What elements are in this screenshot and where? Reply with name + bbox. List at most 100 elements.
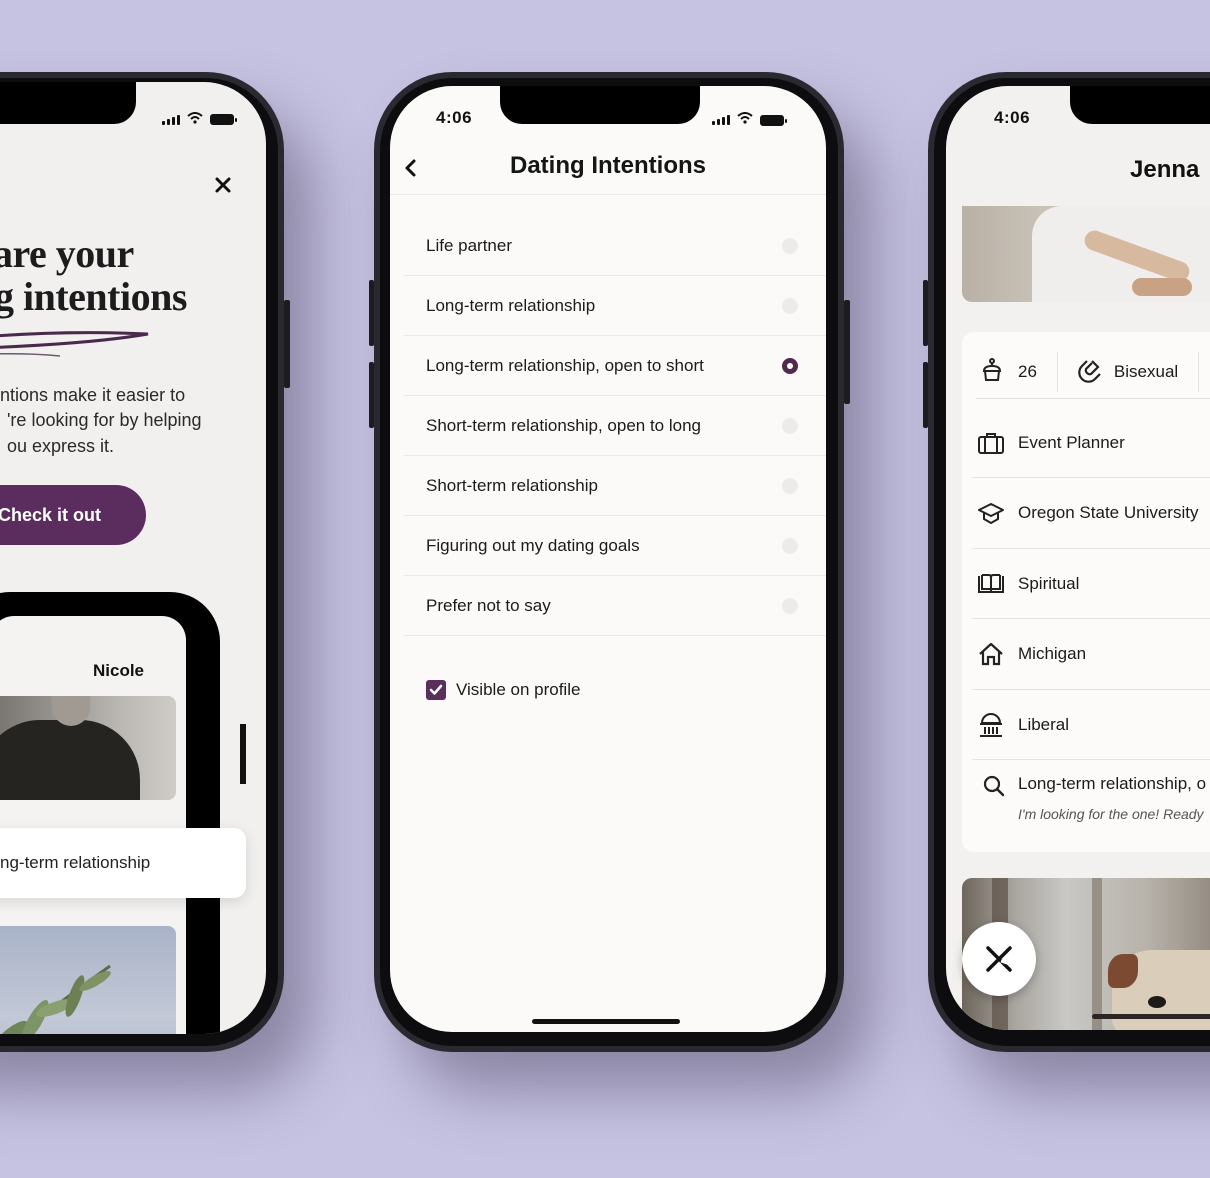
home-indicator[interactable] (532, 1019, 680, 1024)
intention-option[interactable]: Short-term relationship (404, 456, 826, 516)
book-icon (976, 569, 1006, 599)
intention-option[interactable]: Long-term relationship (404, 276, 826, 336)
option-label: Figuring out my dating goals (426, 535, 640, 555)
power-button (844, 300, 850, 404)
body-line-3: ou express it. (7, 436, 115, 456)
notch (1070, 86, 1210, 124)
header-divider (390, 194, 826, 195)
home-icon (976, 639, 1006, 669)
status-icons (162, 112, 237, 127)
underline-scribble (0, 331, 149, 357)
radio-unselected[interactable] (782, 477, 798, 494)
radio-unselected[interactable] (782, 597, 798, 614)
profile-info-row: Michigan (972, 620, 1210, 690)
toast-text: ng-term relationship (0, 853, 151, 872)
notch (0, 82, 136, 124)
capitol-icon (976, 710, 1006, 740)
body-line-2: 're looking for by helping (7, 410, 202, 430)
intention-toast: ng-term relationship (0, 828, 246, 898)
option-label: Prefer not to say (426, 595, 551, 615)
left-phone-mockup: are your g intentions ntions make it eas… (0, 72, 290, 1052)
center-phone-mockup: 4:06 Dating Intentions Life partner Long-… (369, 72, 850, 1052)
wifi-icon (737, 111, 753, 129)
inner-phone-screen: Nicole ... (0, 616, 186, 1034)
vitals-divider (1198, 352, 1200, 392)
check-it-out-button[interactable]: Check it out (0, 485, 146, 545)
power-button (284, 300, 290, 388)
option-label: Short-term relationship (426, 475, 598, 495)
intention-row[interactable]: Long-term relationship, o I'm looking fo… (976, 768, 1210, 848)
intention-option[interactable]: Long-term relationship, open to short (404, 336, 826, 396)
profile-info-row: Spiritual (972, 549, 1210, 619)
briefcase-icon (976, 428, 1006, 458)
volume-up-button (923, 280, 928, 346)
notch (500, 86, 700, 124)
dating-intentions-screen: 4:06 Dating Intentions Life partner Long-… (390, 86, 826, 1032)
page-title: Dating Intentions (510, 152, 706, 179)
cta-label: Check it out (0, 504, 102, 525)
intention-option[interactable]: Short-term relationship, open to long (404, 396, 826, 456)
info-text: Michigan (1018, 644, 1087, 663)
skip-x-icon (986, 946, 1012, 972)
status-icons (712, 111, 787, 129)
intention-option[interactable]: Figuring out my dating goals (404, 516, 826, 576)
leaves-illustration (0, 964, 111, 1034)
profile-photo-1[interactable] (962, 206, 1210, 302)
left-phone-screen: are your g intentions ntions make it eas… (0, 82, 266, 1034)
radio-unselected[interactable] (782, 417, 798, 434)
info-text: Oregon State University (1018, 503, 1199, 522)
wifi-icon (187, 112, 203, 127)
radio-selected[interactable] (782, 357, 798, 374)
profile-info-row: Liberal (972, 690, 1210, 760)
battery-icon (760, 114, 787, 126)
body-line-1: ntions make it easier to (0, 385, 186, 405)
profile-info-row: Event Planner (972, 408, 1210, 478)
headline-line-2: g intentions (0, 274, 187, 319)
intention-text: Long-term relationship, o (1018, 774, 1207, 793)
graduation-cap-icon (976, 498, 1006, 528)
battery-icon (210, 114, 237, 125)
visible-on-profile-label: Visible on profile (456, 680, 581, 699)
info-text: Liberal (1018, 714, 1070, 734)
status-time: 4:06 (436, 108, 473, 127)
photo-hands (1132, 278, 1192, 296)
vitals-row: 26 Bisexual (976, 346, 1210, 399)
birthday-cake-icon (980, 357, 1004, 388)
sexuality-value: Bisexual (1113, 362, 1179, 381)
radio-unselected[interactable] (782, 237, 798, 254)
info-text: Event Planner (1018, 432, 1125, 452)
signal-icon (162, 114, 180, 125)
vitals-divider (1056, 352, 1058, 392)
photo-subject (0, 720, 140, 800)
profile-info-row: Oregon State University (972, 479, 1210, 549)
visible-on-profile-toggle[interactable]: Visible on profile (426, 680, 580, 700)
preview-photo-2 (0, 926, 176, 1034)
preview-photo-1 (0, 696, 176, 800)
profile-name: Jenna (1130, 156, 1200, 183)
preview-name: Nicole (93, 661, 145, 680)
inner-phone-button (240, 724, 246, 784)
check-icon (429, 684, 443, 695)
status-time: 4:06 (994, 108, 1031, 127)
headline-line-1: are your (0, 231, 134, 276)
magnet-icon (1078, 357, 1104, 388)
skip-button[interactable] (962, 922, 1036, 996)
signal-icon (712, 115, 730, 125)
intention-note: I'm looking for the one! Ready (1018, 806, 1204, 822)
option-label: Long-term relationship, open to short (426, 355, 704, 375)
checkbox[interactable] (426, 680, 446, 700)
radio-unselected[interactable] (782, 297, 798, 314)
volume-up-button (369, 280, 374, 346)
intention-option[interactable]: Life partner (404, 216, 826, 276)
option-label: Life partner (426, 235, 512, 255)
volume-down-button (369, 362, 374, 428)
search-icon (982, 774, 1006, 803)
stick (1092, 1014, 1210, 1019)
radio-unselected[interactable] (782, 537, 798, 554)
profile-info-card: 26 Bisexual Event Planner Oregon State Un… (962, 332, 1210, 852)
volume-down-button (923, 362, 928, 428)
age-value: 26 (1018, 362, 1037, 381)
right-phone-mockup: 4:06 Jenna 26 Bisexual Event Planner Oreg… (923, 72, 1210, 1052)
close-icon[interactable] (214, 176, 234, 196)
intention-option[interactable]: Prefer not to say (404, 576, 826, 636)
